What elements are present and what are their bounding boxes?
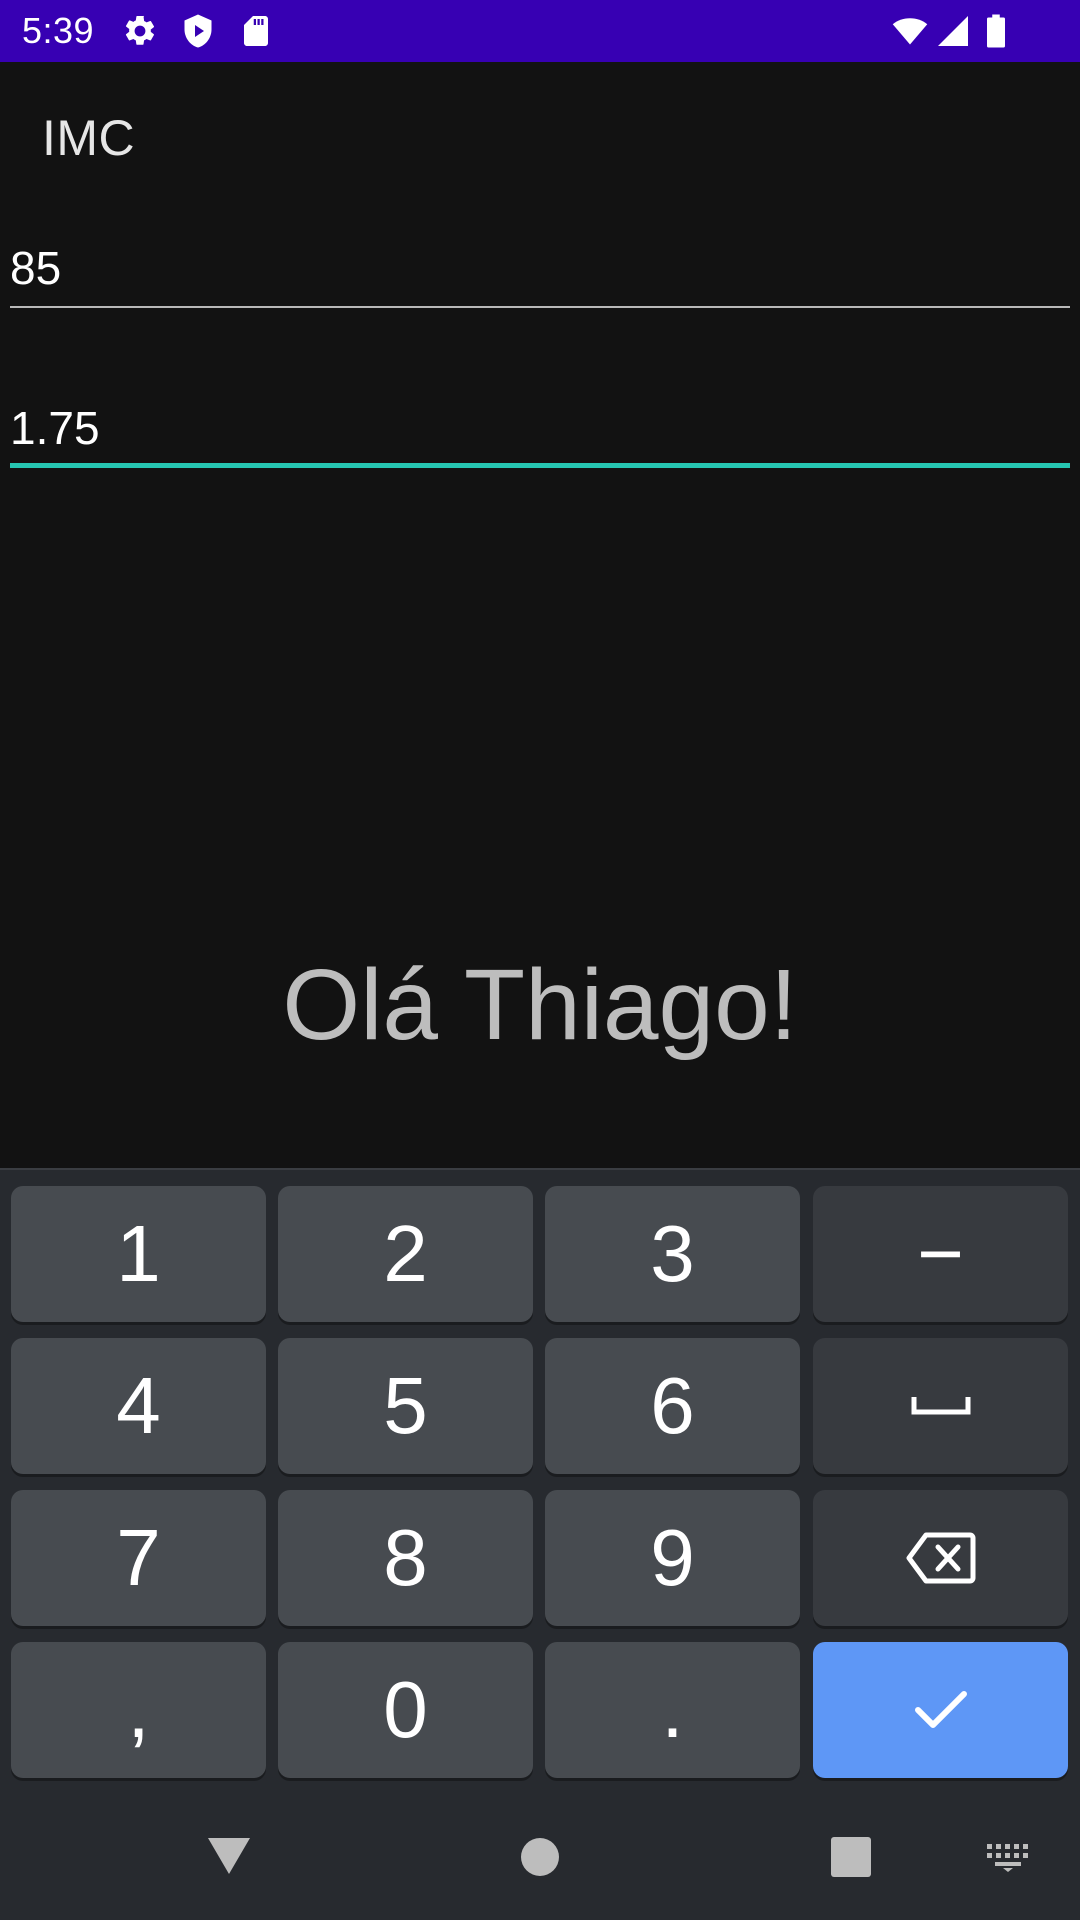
height-input[interactable]: 1.75 (10, 398, 1070, 468)
play-protect-icon (180, 13, 216, 49)
key-7[interactable]: 7 (11, 1490, 266, 1626)
key-period[interactable]: . (545, 1642, 800, 1778)
space-icon (911, 1394, 971, 1418)
key-1[interactable]: 1 (11, 1186, 266, 1322)
battery-icon (982, 13, 1010, 49)
home-icon[interactable] (520, 1837, 560, 1882)
keyboard-switch-icon[interactable] (987, 1844, 1029, 1877)
sd-card-icon (238, 13, 274, 49)
numeric-keyboard: 1 2 3 − 4 5 6 7 8 9 , 0 . (0, 1168, 1080, 1788)
key-6[interactable]: 6 (545, 1338, 800, 1474)
key-comma[interactable]: , (11, 1642, 266, 1778)
back-icon[interactable] (206, 1836, 252, 1881)
weight-input-underline (10, 306, 1070, 308)
signal-icon (934, 13, 972, 49)
check-icon (913, 1688, 969, 1732)
status-time: 5:39 (22, 10, 95, 51)
key-2[interactable]: 2 (278, 1186, 533, 1322)
key-4[interactable]: 4 (11, 1338, 266, 1474)
settings-icon (122, 13, 158, 49)
key-0[interactable]: 0 (278, 1642, 533, 1778)
backspace-icon (906, 1531, 976, 1585)
weight-input[interactable]: 85 (10, 238, 1070, 308)
key-8[interactable]: 8 (278, 1490, 533, 1626)
height-input-underline (10, 463, 1070, 468)
key-done[interactable] (813, 1642, 1068, 1778)
greeting-text: Olá Thiago! (282, 949, 798, 1061)
height-value: 1.75 (10, 402, 100, 454)
status-bar: 5:39 (0, 0, 1080, 62)
key-9[interactable]: 9 (545, 1490, 800, 1626)
key-minus[interactable]: − (813, 1186, 1068, 1322)
weight-value: 85 (10, 242, 62, 294)
key-space[interactable] (813, 1338, 1068, 1474)
app-title: IMC (42, 110, 136, 166)
recents-icon[interactable] (831, 1837, 871, 1882)
key-backspace[interactable] (813, 1490, 1068, 1626)
key-5[interactable]: 5 (278, 1338, 533, 1474)
navigation-bar (0, 1788, 1080, 1920)
key-3[interactable]: 3 (545, 1186, 800, 1322)
wifi-icon (888, 13, 932, 49)
